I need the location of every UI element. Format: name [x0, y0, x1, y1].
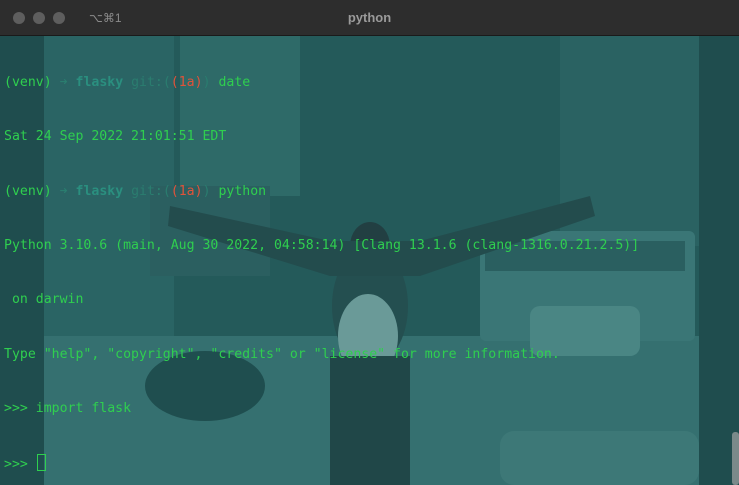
prompt-arrow-icon: ➜ [59, 183, 68, 199]
output-line: Python 3.10.6 (main, Aug 30 2022, 04:58:… [4, 238, 640, 254]
directory-name: flasky [75, 183, 124, 199]
title-bar: ⌥⌘1 python [0, 0, 739, 36]
input-line[interactable]: >>> [4, 454, 731, 472]
terminal-output[interactable]: (venv) ➜ flasky git:((1a)) date Sat 24 S… [4, 38, 731, 485]
git-branch: (1a) [170, 75, 203, 91]
output-line: Sat 24 Sep 2022 21:01:51 EDT [4, 129, 227, 145]
directory-name: flasky [75, 75, 124, 91]
terminal-window: ⌥⌘1 python (venv) ➜ flasky git:((1a)) da… [0, 0, 739, 485]
git-label-close: ) [202, 75, 211, 91]
git-label: git:( [131, 183, 171, 199]
output-line: Type "help", "copyright", "credits" or "… [4, 346, 560, 362]
venv-label: (venv) [4, 183, 52, 199]
prompt-arrow-icon: ➜ [59, 75, 68, 91]
output-line: (venv) ➜ flasky git:((1a)) python [4, 183, 731, 201]
venv-label: (venv) [4, 75, 52, 91]
command-text: date [218, 75, 251, 91]
text-cursor [36, 454, 46, 472]
git-label: git:( [131, 75, 171, 91]
command-text: python [218, 183, 267, 199]
output-line: (venv) ➜ flasky git:((1a)) date [4, 74, 731, 92]
output-line: on darwin [4, 292, 84, 308]
window-title: python [347, 10, 392, 25]
output-line: >>> import flask [4, 400, 132, 416]
git-label-close: ) [202, 183, 211, 199]
git-branch: (1a) [170, 183, 203, 199]
repl-prompt: >>> [4, 457, 36, 473]
scrollbar[interactable] [732, 432, 739, 485]
